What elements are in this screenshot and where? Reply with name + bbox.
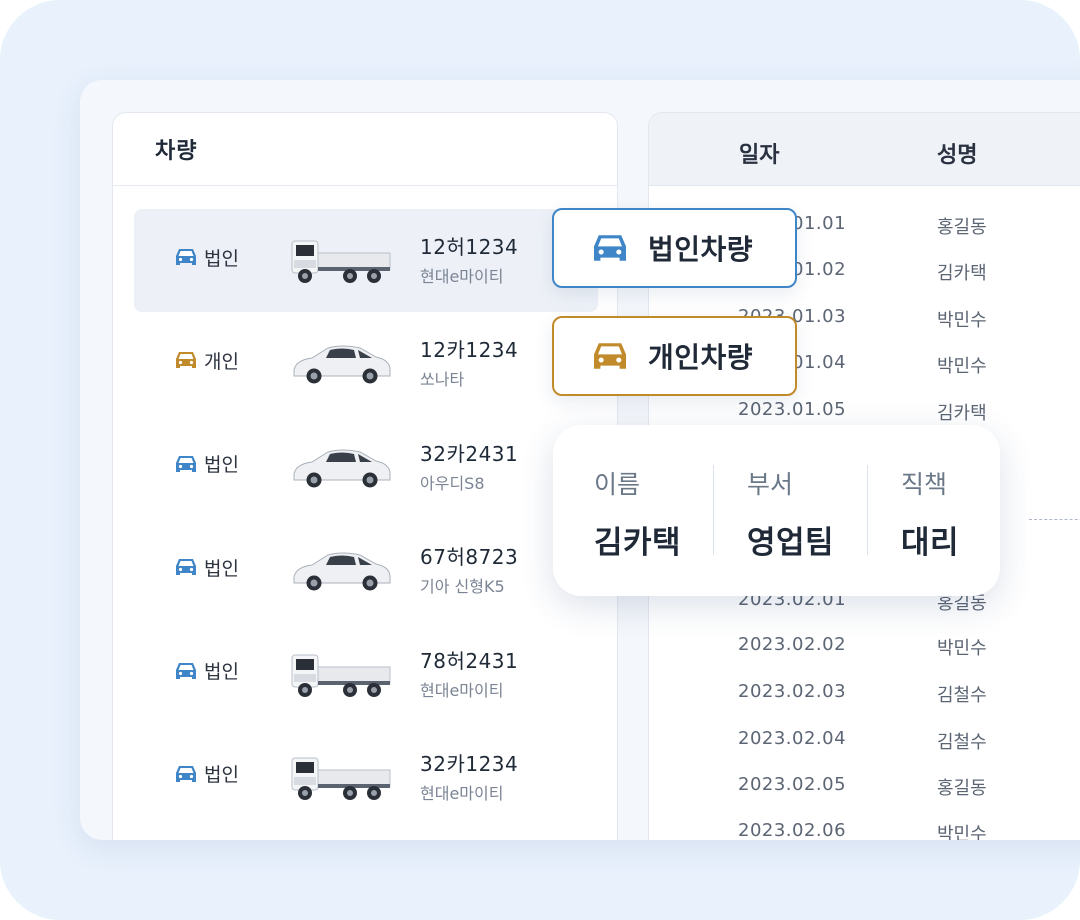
vehicle-plate: 32카2431 — [420, 441, 519, 466]
log-table-header: 일자 성명 — [649, 113, 1080, 186]
vehicle-model: 아우디S8 — [420, 473, 485, 493]
sedan-image — [290, 330, 394, 392]
vehicle-row[interactable]: 법인 67허8723 기아 신형K5 — [134, 519, 598, 622]
log-driver-name: 홍길동 — [937, 778, 987, 799]
truck-image — [290, 641, 394, 703]
vehicle-row[interactable]: 법인 32카2431 아우디S8 — [134, 416, 598, 519]
info-position-label: 직책 — [901, 470, 948, 499]
log-driver-name: 김철수 — [937, 732, 987, 753]
vehicle-type: 법인 — [174, 209, 239, 305]
vehicle-plate: 67허8723 — [420, 545, 519, 570]
driver-info-card: 이름 김카택 부서 영업팀 직책 대리 — [553, 425, 1000, 596]
info-name-value: 김카택 — [594, 525, 682, 561]
info-name-label: 이름 — [594, 470, 641, 499]
info-department: 부서 영업팀 — [747, 465, 867, 562]
log-driver-name: 김철수 — [937, 685, 987, 706]
section-divider — [1029, 519, 1080, 520]
vehicle-row[interactable]: 법인 78허2431 현대e마이티 — [134, 623, 598, 726]
log-row[interactable]: 2023.02.03 김철수 — [649, 681, 1080, 721]
log-row[interactable]: 2023.02.06 박민수 — [649, 820, 1080, 840]
vehicle-row[interactable]: 법인 12허1234 현대e마이티 — [134, 209, 598, 313]
log-driver-name: 박민수 — [937, 638, 987, 659]
corporate-vehicle-label: 법인차량 — [648, 233, 754, 266]
vehicle-row[interactable]: 법인 32카1234 현대e마이티 — [134, 726, 598, 829]
log-row[interactable]: 2023.02.04 김철수 — [649, 728, 1080, 768]
vehicle-type: 법인 — [174, 416, 239, 512]
vehicle-model: 현대e마이티 — [420, 680, 504, 700]
log-driver-name: 홍길동 — [937, 217, 987, 238]
car-icon — [176, 559, 196, 576]
car-icon — [176, 662, 196, 679]
vehicle-type-label: 법인 — [204, 764, 239, 787]
personal-vehicle-label: 개인차량 — [648, 341, 754, 374]
log-row[interactable]: 2023.02.02 박민수 — [649, 634, 1080, 674]
info-name: 이름 김카택 — [594, 465, 714, 562]
info-divider — [713, 465, 714, 555]
vehicle-type-label: 개인 — [204, 350, 239, 373]
vehicle-model: 현대e마이티 — [420, 783, 504, 803]
log-date: 2023.01.05 — [738, 399, 847, 420]
truck-image — [290, 744, 394, 806]
log-driver-name: 박민수 — [937, 356, 987, 377]
car-icon — [176, 352, 196, 369]
log-driver-name: 김카택 — [937, 403, 987, 424]
corporate-vehicle-chip[interactable]: 법인차량 — [552, 208, 797, 288]
vehicle-type: 법인 — [174, 519, 239, 615]
vehicle-type: 개인 — [174, 312, 239, 408]
vehicle-panel: 차량 법인 12허1234 현대e마이티 개인 12카1234 쏘나타 법인 32카2431 아… — [112, 112, 618, 840]
info-department-value: 영업팀 — [747, 525, 835, 561]
personal-vehicle-chip[interactable]: 개인차량 — [552, 316, 797, 396]
vehicle-plate: 32카1234 — [420, 751, 519, 776]
log-driver-name: 박민수 — [937, 310, 987, 331]
vehicle-plate: 12카1234 — [420, 338, 519, 363]
log-row[interactable]: 2023.02.05 홍길동 — [649, 774, 1080, 814]
log-date: 2023.02.06 — [738, 820, 847, 840]
vehicle-model: 현대e마이티 — [420, 267, 504, 286]
log-date: 2023.02.02 — [738, 634, 847, 655]
log-date: 2023.02.05 — [738, 774, 847, 795]
column-header-date[interactable]: 일자 — [739, 137, 779, 169]
vehicle-panel-title: 차량 — [155, 139, 198, 164]
vehicle-panel-header: 차량 — [113, 113, 617, 186]
vehicle-type-label: 법인 — [204, 247, 239, 270]
info-department-label: 부서 — [747, 470, 794, 499]
vehicle-row[interactable]: 개인 12카1234 쏘나타 — [134, 312, 598, 415]
vehicle-type: 법인 — [174, 623, 239, 719]
vehicle-list: 법인 12허1234 현대e마이티 개인 12카1234 쏘나타 법인 32카2431 아우디S… — [113, 209, 617, 829]
sedan-image — [290, 537, 394, 599]
log-driver-name: 김카택 — [937, 263, 987, 284]
car-icon — [594, 235, 626, 261]
vehicle-type-label: 법인 — [204, 661, 239, 684]
vehicle-type-label: 법인 — [204, 557, 239, 580]
info-position-value: 대리 — [901, 525, 960, 561]
vehicle-model: 기아 신형K5 — [420, 577, 505, 597]
vehicle-type: 법인 — [174, 726, 239, 822]
car-icon — [176, 455, 196, 472]
info-position: 직책 대리 — [901, 465, 1021, 562]
vehicle-model: 쏘나타 — [420, 370, 465, 390]
truck-image — [290, 227, 394, 289]
column-header-name[interactable]: 성명 — [937, 137, 977, 169]
vehicle-plate: 78허2431 — [420, 648, 519, 673]
log-date: 2023.02.04 — [738, 728, 847, 749]
sedan-image — [290, 434, 394, 496]
vehicle-plate: 12허1234 — [420, 235, 519, 259]
car-icon — [176, 765, 196, 782]
vehicle-type-label: 법인 — [204, 454, 239, 477]
backdrop: 차량 법인 12허1234 현대e마이티 개인 12카1234 쏘나타 법인 32카2431 아… — [0, 0, 1080, 920]
info-divider — [867, 465, 868, 555]
car-icon — [176, 249, 196, 265]
log-date: 2023.02.03 — [738, 681, 847, 702]
log-driver-name: 박민수 — [937, 824, 987, 840]
car-icon — [594, 343, 626, 369]
